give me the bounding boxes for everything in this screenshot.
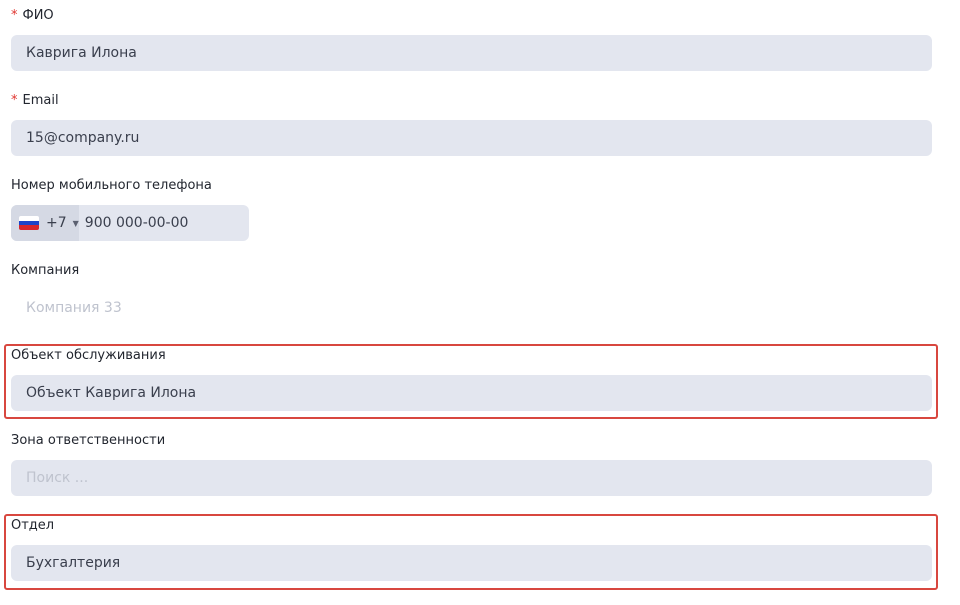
russia-flag-icon xyxy=(19,216,39,230)
fio-label: * ФИО xyxy=(11,8,54,23)
email-input[interactable] xyxy=(11,120,932,156)
phone-input[interactable] xyxy=(78,205,249,241)
service-object-label: Объект обслуживания xyxy=(11,348,166,363)
responsibility-zone-field[interactable] xyxy=(11,460,932,496)
phone-field[interactable]: +7 ▼ xyxy=(11,205,249,241)
dial-code: +7 xyxy=(46,215,67,231)
required-mark: * xyxy=(11,93,18,108)
department-label: Отдел xyxy=(11,518,55,533)
required-mark: * xyxy=(11,8,18,23)
company-field[interactable] xyxy=(11,290,932,326)
responsibility-zone-label: Зона ответственности xyxy=(11,433,166,448)
department-input[interactable] xyxy=(11,545,932,581)
responsibility-zone-search-input[interactable] xyxy=(11,460,932,496)
company-input[interactable] xyxy=(11,290,932,326)
country-code-selector[interactable]: +7 ▼ xyxy=(11,205,79,241)
company-label: Компания xyxy=(11,263,80,278)
email-field[interactable] xyxy=(11,120,932,156)
phone-label: Номер мобильного телефона xyxy=(11,178,212,193)
service-object-input[interactable] xyxy=(11,375,932,411)
department-field[interactable] xyxy=(11,545,932,581)
email-label: * Email xyxy=(11,93,59,108)
fio-field[interactable] xyxy=(11,35,932,71)
service-object-field[interactable] xyxy=(11,375,932,411)
fio-input[interactable] xyxy=(11,35,932,71)
